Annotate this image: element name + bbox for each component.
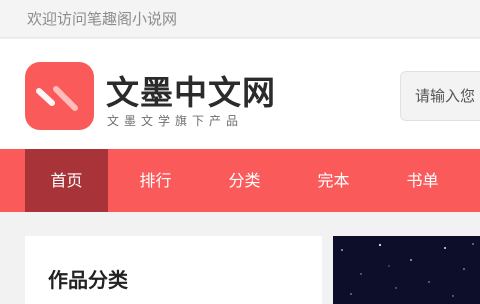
top-bar: 欢迎访问笔趣阁小说网 (0, 0, 480, 38)
welcome-text: 欢迎访问笔趣阁小说网 (27, 10, 178, 28)
logo-icon[interactable] (25, 62, 94, 130)
brand-name[interactable]: 文墨中文网 (106, 66, 276, 114)
main-nav: 首页 排行 分类 完本 书单 (0, 149, 480, 212)
category-card: 作品分类 (25, 236, 322, 304)
nav-item-booklist[interactable]: 书单 (381, 149, 464, 212)
starfield-image (341, 243, 474, 297)
nav-item-home[interactable]: 首页 (25, 149, 108, 212)
nav-item-ranking[interactable]: 排行 (114, 149, 197, 212)
search-box[interactable] (400, 71, 480, 121)
search-input[interactable] (401, 72, 480, 120)
category-title: 作品分类 (48, 268, 128, 292)
main-content: 作品分类 (0, 212, 480, 304)
brand-slogan: 文墨文学旗下产品 (107, 114, 244, 128)
nav-item-completed[interactable]: 完本 (292, 149, 375, 212)
nav-item-category[interactable]: 分类 (203, 149, 286, 212)
banner-image[interactable] (333, 236, 480, 304)
site-header: 文墨中文网 文墨文学旗下产品 (0, 39, 480, 149)
